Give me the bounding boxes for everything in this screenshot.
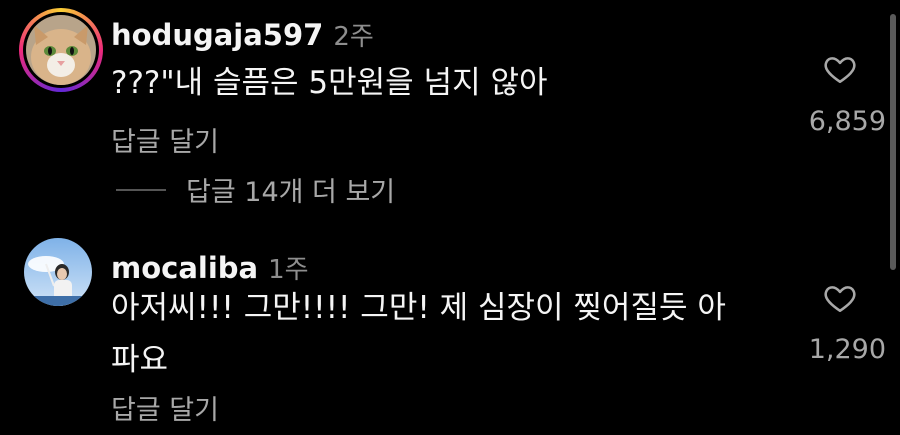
comment-text-line: ???"내 슬픔은 5만원을 넘지 않아 (111, 65, 548, 101)
comment-text: ???"내 슬픔은 5만원을 넘지 않아 (111, 57, 547, 109)
reply-button[interactable]: 답글 달기 (111, 388, 219, 427)
cat-avatar-image (26, 15, 96, 85)
view-replies-button[interactable]: 답글 14개 더 보기 (116, 170, 395, 209)
avatar-hodugaja597[interactable] (19, 8, 103, 92)
username-text[interactable]: mocaliba (111, 251, 258, 285)
comment-text-line: 파요 (111, 342, 169, 378)
view-replies-label[interactable]: 답글 14개 더 보기 (186, 170, 395, 209)
heart-outline-icon[interactable] (822, 281, 858, 315)
reply-button[interactable]: 답글 달기 (111, 120, 219, 159)
comment-username[interactable]: mocaliba 1주 (111, 249, 309, 286)
scrollbar[interactable] (890, 14, 896, 270)
heart-outline-icon[interactable] (822, 52, 858, 86)
replies-divider-line (116, 188, 166, 191)
comment-text: 아저씨!!! 그만!!!! 그만! 제 심장이 찢어질듯 아 파요 (111, 282, 726, 386)
avatar-mocaliba[interactable] (24, 238, 92, 306)
comment-age: 2주 (333, 22, 374, 52)
username-text[interactable]: hodugaja597 (111, 18, 323, 52)
comment-text-line: 아저씨!!! 그만!!!! 그만! 제 심장이 찢어질듯 아 (111, 290, 726, 326)
like-count: 1,290 (808, 334, 886, 365)
comment-age: 1주 (268, 255, 309, 285)
like-count: 6,859 (808, 106, 886, 137)
comment-username[interactable]: hodugaja597 2주 (111, 16, 374, 53)
person-sky-avatar-image (24, 238, 92, 306)
